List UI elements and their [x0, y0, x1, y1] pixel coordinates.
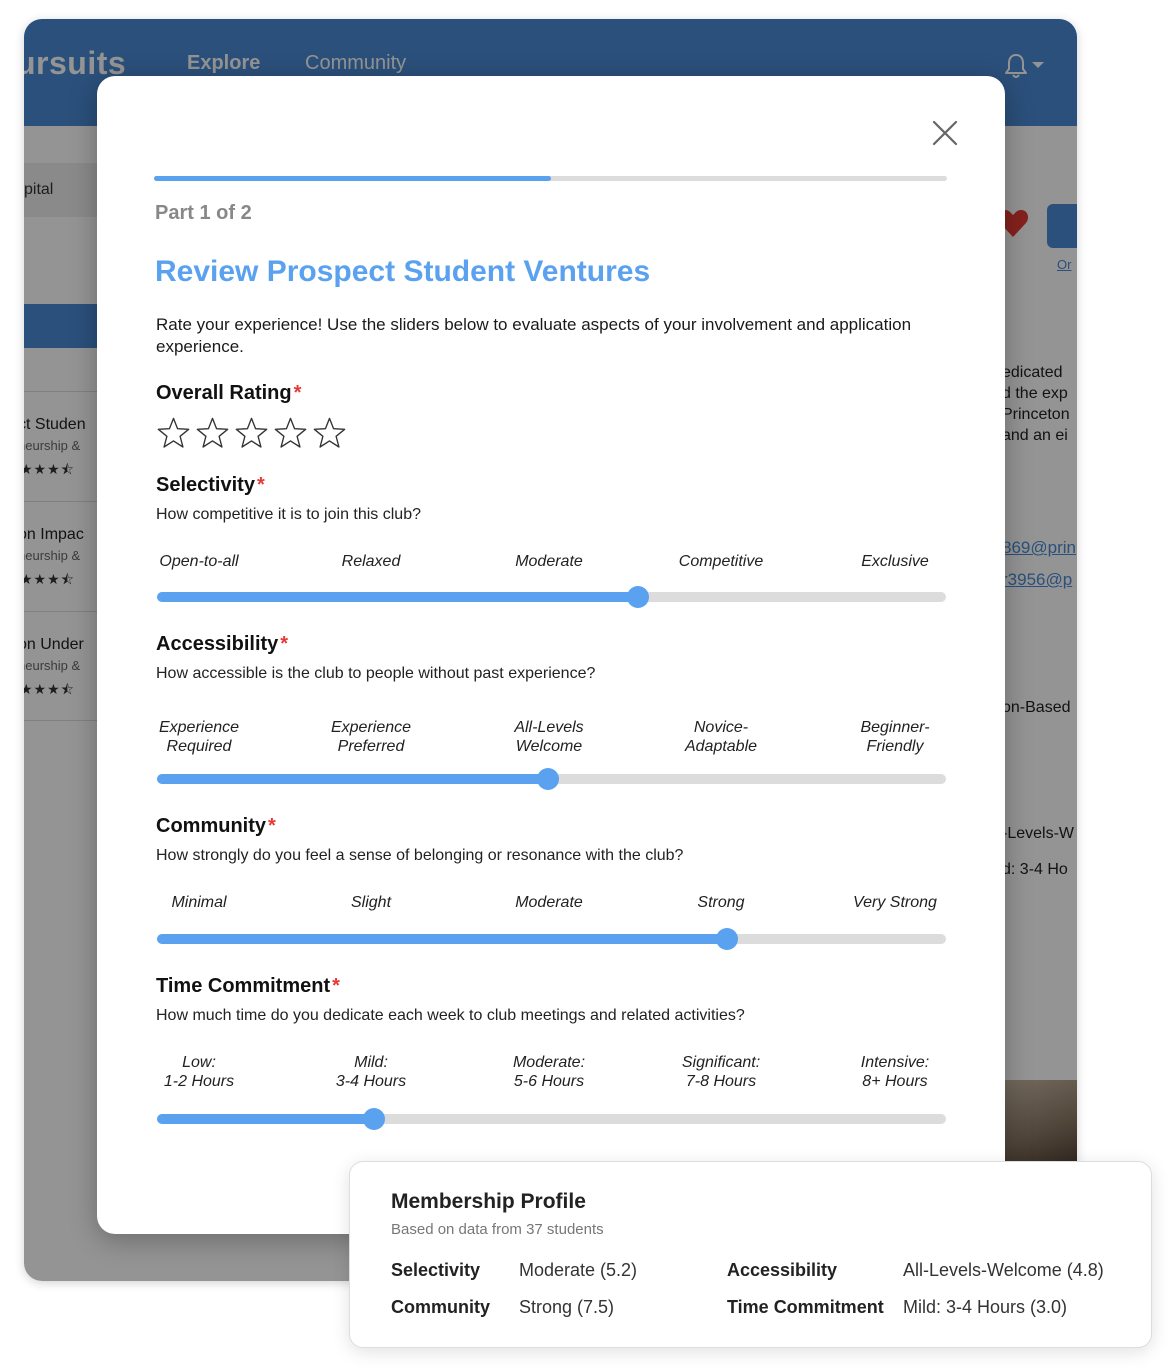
- scale-label: Mild: 3-4 Hours: [335, 1054, 407, 1090]
- time-commitment-heading: Time Commitment *: [156, 975, 340, 998]
- community-label: Community: [156, 815, 266, 837]
- scale-label: Moderate: [515, 894, 583, 911]
- star-rating-input: [156, 416, 347, 450]
- star-icon[interactable]: [273, 416, 308, 450]
- accessibility-slider[interactable]: [157, 768, 946, 790]
- selectivity-heading: Selectivity *: [156, 474, 265, 497]
- required-asterisk: *: [256, 474, 265, 496]
- profile-accessibility-key: Accessibility: [727, 1260, 838, 1280]
- profile-community-key: Community: [391, 1297, 490, 1317]
- selectivity-scale-labels: Open-to-all Relaxed Moderate Competitive Exc…: [152, 552, 952, 592]
- scale-label: Relaxed: [341, 553, 401, 570]
- star-icon[interactable]: [234, 416, 269, 450]
- accessibility-scale-labels: Experience Required Experience Preferred All…: [152, 718, 952, 758]
- scale-label: All-Levels Welcome: [514, 719, 584, 755]
- time-commitment-question: How much time do you dedicate each week …: [156, 1007, 745, 1024]
- scale-label: Slight: [350, 894, 392, 911]
- scale-label: Open-to-all: [159, 553, 239, 570]
- step-indicator: Part 1 of 2: [155, 202, 252, 224]
- required-asterisk: *: [332, 975, 340, 997]
- close-icon: [932, 120, 958, 146]
- accessibility-label: Accessibility: [156, 633, 279, 655]
- required-asterisk: *: [268, 815, 276, 837]
- scale-label: Very Strong: [853, 894, 937, 911]
- close-button[interactable]: [931, 119, 959, 147]
- modal-title: Review Prospect Student Ventures: [155, 255, 651, 288]
- community-slider[interactable]: [157, 928, 946, 950]
- modal-instructions: Rate your experience! Use the sliders be…: [156, 315, 912, 356]
- scale-label: Significant: 7-8 Hours: [681, 1054, 761, 1090]
- profile-subtitle: Based on data from 37 students: [391, 1221, 604, 1238]
- community-question: How strongly do you feel a sense of belo…: [156, 847, 684, 864]
- slider-fill: [157, 774, 548, 784]
- scale-label: Competitive: [678, 553, 764, 570]
- profile-selectivity-value: Moderate (5.2): [519, 1260, 638, 1280]
- scale-label: Experience Required: [158, 719, 240, 755]
- selectivity-question: How competitive it is to join this club?: [156, 506, 421, 523]
- selectivity-slider[interactable]: [157, 586, 946, 608]
- progress-fill: [154, 176, 551, 181]
- slider-thumb[interactable]: [536, 768, 559, 790]
- profile-selectivity-key: Selectivity: [391, 1260, 481, 1280]
- time-commitment-slider[interactable]: [157, 1108, 946, 1130]
- scale-label: Exclusive: [861, 553, 929, 570]
- time-commitment-scale-labels: Low: 1-2 Hours Mild: 3-4 Hours Moderate: 5-6 …: [152, 1053, 952, 1093]
- star-icon[interactable]: [312, 416, 347, 450]
- star-icon[interactable]: [156, 416, 191, 450]
- scale-label: Intensive: 8+ Hours: [860, 1054, 930, 1090]
- slider-fill: [157, 1114, 374, 1124]
- scale-label: Strong: [697, 894, 745, 911]
- slider-fill: [157, 592, 639, 602]
- star-icon[interactable]: [195, 416, 230, 450]
- scale-label: Beginner- Friendly: [860, 719, 930, 755]
- slider-thumb[interactable]: [715, 928, 738, 950]
- overall-rating-heading: Overall Rating *: [156, 382, 301, 405]
- scale-label: Novice- Adaptable: [684, 719, 758, 755]
- membership-profile-card: Membership Profile Based on data from 37…: [349, 1161, 1152, 1348]
- profile-community-value: Strong (7.5): [519, 1297, 615, 1317]
- required-asterisk: *: [293, 382, 302, 404]
- scale-label: Minimal: [171, 894, 227, 911]
- scale-label: Moderate: 5-6 Hours: [512, 1054, 586, 1090]
- community-heading: Community *: [156, 815, 276, 838]
- profile-title: Membership Profile: [391, 1190, 586, 1213]
- time-commitment-label: Time Commitment: [156, 975, 331, 997]
- profile-accessibility-value: All-Levels-Welcome (4.8): [903, 1260, 1104, 1280]
- scale-label: Moderate: [515, 553, 583, 570]
- accessibility-heading: Accessibility *: [156, 633, 288, 656]
- community-scale-labels: Minimal Slight Moderate Strong Very Strong: [152, 893, 952, 933]
- slider-thumb[interactable]: [627, 586, 650, 608]
- scale-label: Low: 1-2 Hours: [163, 1054, 235, 1090]
- profile-time-commitment-value: Mild: 3-4 Hours (3.0): [903, 1297, 1068, 1317]
- required-asterisk: *: [280, 633, 289, 655]
- profile-time-commitment-key: Time Commitment: [727, 1297, 884, 1317]
- review-modal: Part 1 of 2 Review Prospect Student Vent…: [97, 76, 1005, 1234]
- overall-rating-label: Overall Rating: [156, 382, 292, 404]
- selectivity-label: Selectivity: [156, 474, 255, 496]
- slider-thumb[interactable]: [362, 1108, 385, 1130]
- progress-bar: [154, 176, 947, 181]
- accessibility-question: How accessible is the club to people wit…: [156, 665, 596, 682]
- scale-label: Experience Preferred: [330, 719, 412, 755]
- slider-fill: [157, 934, 727, 944]
